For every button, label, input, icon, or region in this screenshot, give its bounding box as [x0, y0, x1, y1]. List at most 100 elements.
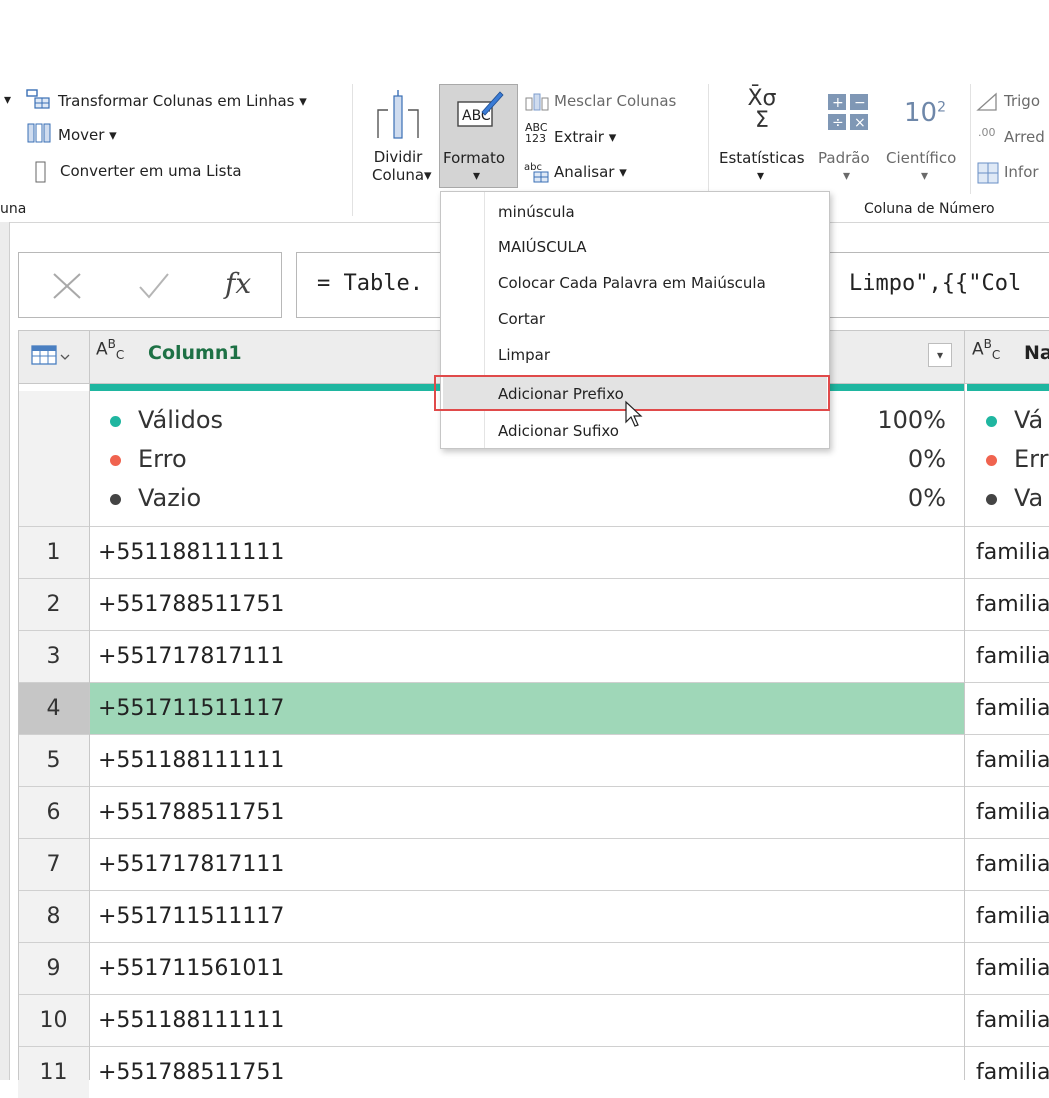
row-number: 3 [18, 631, 89, 682]
cell-column2[interactable]: familia [976, 943, 1049, 994]
scientific-chevron-icon: ▾ [921, 168, 929, 184]
list-icon [35, 161, 46, 183]
format-label: Formato [443, 149, 506, 167]
cell-column1[interactable]: +551188111111 [98, 527, 284, 578]
menu-item-clean[interactable]: Limpar [498, 346, 550, 364]
row-number: 11 [18, 1047, 89, 1098]
cell-column2[interactable]: familia [976, 995, 1049, 1046]
unpivot-icon [26, 89, 50, 109]
table-row[interactable]: 7 +551717817111 familia [18, 839, 1049, 890]
cell-column1[interactable]: +551717817111 [98, 631, 284, 682]
valid-dot-icon-col2 [986, 416, 997, 427]
table-row[interactable]: 9 +551711561011 familia [18, 943, 1049, 994]
convert-list-button[interactable]: Converter em uma Lista [60, 162, 242, 180]
menu-item-lowercase[interactable]: minúscula [498, 203, 575, 221]
transform-rows-button[interactable]: Transformar Colunas em Linhas ▾ [58, 92, 307, 110]
cell-column2[interactable]: familia [976, 1047, 1049, 1098]
menu-item-add-suffix[interactable]: Adicionar Sufixo [498, 422, 619, 440]
split-column-label-2: Coluna▾ [372, 166, 432, 184]
column2-header[interactable]: Na [1024, 342, 1049, 364]
table-row[interactable]: 6 +551788511751 familia [18, 787, 1049, 838]
svg-text:−: − [854, 95, 866, 111]
format-abc-icon: ABC [457, 91, 504, 127]
extract-label: Extrair [554, 128, 604, 146]
cell-column2[interactable]: familia [976, 839, 1049, 890]
information-button[interactable]: Infor [1004, 163, 1039, 181]
table-row[interactable]: 3 +551717817111 familia [18, 631, 1049, 682]
text-type-icon-col2[interactable]: ABC [972, 337, 1000, 362]
column1-header[interactable]: Column1 [148, 342, 242, 364]
stats-index-cell [18, 391, 89, 526]
column-divider [964, 330, 965, 1080]
row-divider [18, 890, 1049, 891]
table-row[interactable]: 5 +551188111111 familia [18, 735, 1049, 786]
statistics-chevron-icon: ▾ [757, 168, 765, 184]
cell-column2[interactable]: familia [976, 579, 1049, 630]
table-row[interactable]: 2 +551788511751 familia [18, 579, 1049, 630]
statistics-button[interactable]: Estatísticas [719, 149, 805, 167]
merge-columns-icon [525, 93, 549, 111]
statistics-icon: X̄σ Σ [747, 86, 777, 133]
confirm-check-icon[interactable] [137, 271, 171, 301]
table-menu-icon[interactable] [30, 343, 74, 369]
cell-column1[interactable]: +551788511751 [98, 579, 284, 630]
merge-columns-button[interactable]: Mesclar Colunas [554, 92, 676, 110]
queries-pane-collapsed[interactable] [0, 222, 10, 1080]
row-divider [18, 786, 1049, 787]
cell-column1[interactable]: +551711511117 [98, 891, 284, 942]
cell-column1[interactable]: +551788511751 [98, 787, 284, 838]
scientific-button[interactable]: Científico [886, 149, 956, 167]
cancel-icon[interactable] [51, 271, 83, 301]
table-row[interactable]: 11 +551788511751 familia [18, 1047, 1049, 1098]
cell-column1[interactable]: +551711511117 [98, 683, 284, 734]
parse-button[interactable]: Analisar ▾ [554, 163, 627, 181]
row-divider [18, 630, 1049, 631]
row-number: 5 [18, 735, 89, 786]
cell-column2[interactable]: familia [976, 527, 1049, 578]
menu-item-capitalize-each-word[interactable]: Colocar Cada Palavra em Maiúscula [498, 274, 766, 292]
cell-column2[interactable]: familia [976, 683, 1049, 734]
cell-column1[interactable]: +551788511751 [98, 1047, 284, 1098]
cell-column1[interactable]: +551717817111 [98, 839, 284, 890]
parse-icon: abc [524, 162, 549, 183]
split-column-button[interactable]: Dividir Coluna▾ [372, 148, 432, 184]
ribbon-separator [970, 84, 971, 194]
standard-button[interactable]: Padrão [818, 149, 870, 167]
fx-icon[interactable]: fx [225, 267, 251, 300]
chevron-down-icon[interactable]: ▾ [4, 92, 11, 108]
cell-column1[interactable]: +551188111111 [98, 735, 284, 786]
move-button[interactable]: Mover ▾ [58, 126, 117, 144]
table-row[interactable]: 8 +551711511117 familia [18, 891, 1049, 942]
ribbon-separator [352, 84, 353, 216]
formula-controls: fx [18, 252, 282, 318]
information-icon [977, 162, 999, 184]
cell-column2[interactable]: familia [976, 891, 1049, 942]
menu-item-uppercase[interactable]: MAIÚSCULA [498, 238, 587, 256]
table-row[interactable]: 10 +551188111111 familia [18, 995, 1049, 1046]
formula-text-right: Limpo",{{"Col [849, 271, 1022, 296]
row-number: 2 [18, 579, 89, 630]
row-number: 7 [18, 839, 89, 890]
cell-column2[interactable]: familia [976, 787, 1049, 838]
stat-valid-label-col2: Vá [1014, 406, 1044, 434]
cell-column2[interactable]: familia [976, 735, 1049, 786]
standard-icon: + − ÷ × [828, 94, 868, 131]
cell-column1[interactable]: +551711561011 [98, 943, 284, 994]
column-filter-dropdown-icon[interactable]: ▾ [928, 343, 952, 367]
text-type-icon[interactable]: ABC [96, 337, 124, 362]
round-button[interactable]: Arred [1004, 128, 1045, 146]
valid-dot-icon [110, 416, 121, 427]
row-divider [18, 1046, 1049, 1047]
extract-button[interactable]: Extrair ▾ [554, 128, 616, 146]
column-divider [18, 330, 19, 1080]
row-number: 4 [18, 683, 89, 734]
trigonometry-button[interactable]: Trigo [1004, 92, 1040, 110]
svg-text:×: × [854, 115, 866, 131]
menu-item-trim[interactable]: Cortar [498, 310, 545, 328]
table-row-selected[interactable]: 4 +551711511117 familia [18, 683, 1049, 734]
row-divider [18, 994, 1049, 995]
cell-column2[interactable]: familia [976, 631, 1049, 682]
table-row[interactable]: 1 +551188111111 familia [18, 527, 1049, 578]
cell-column1[interactable]: +551188111111 [98, 995, 284, 1046]
svg-text:abc: abc [524, 162, 542, 173]
